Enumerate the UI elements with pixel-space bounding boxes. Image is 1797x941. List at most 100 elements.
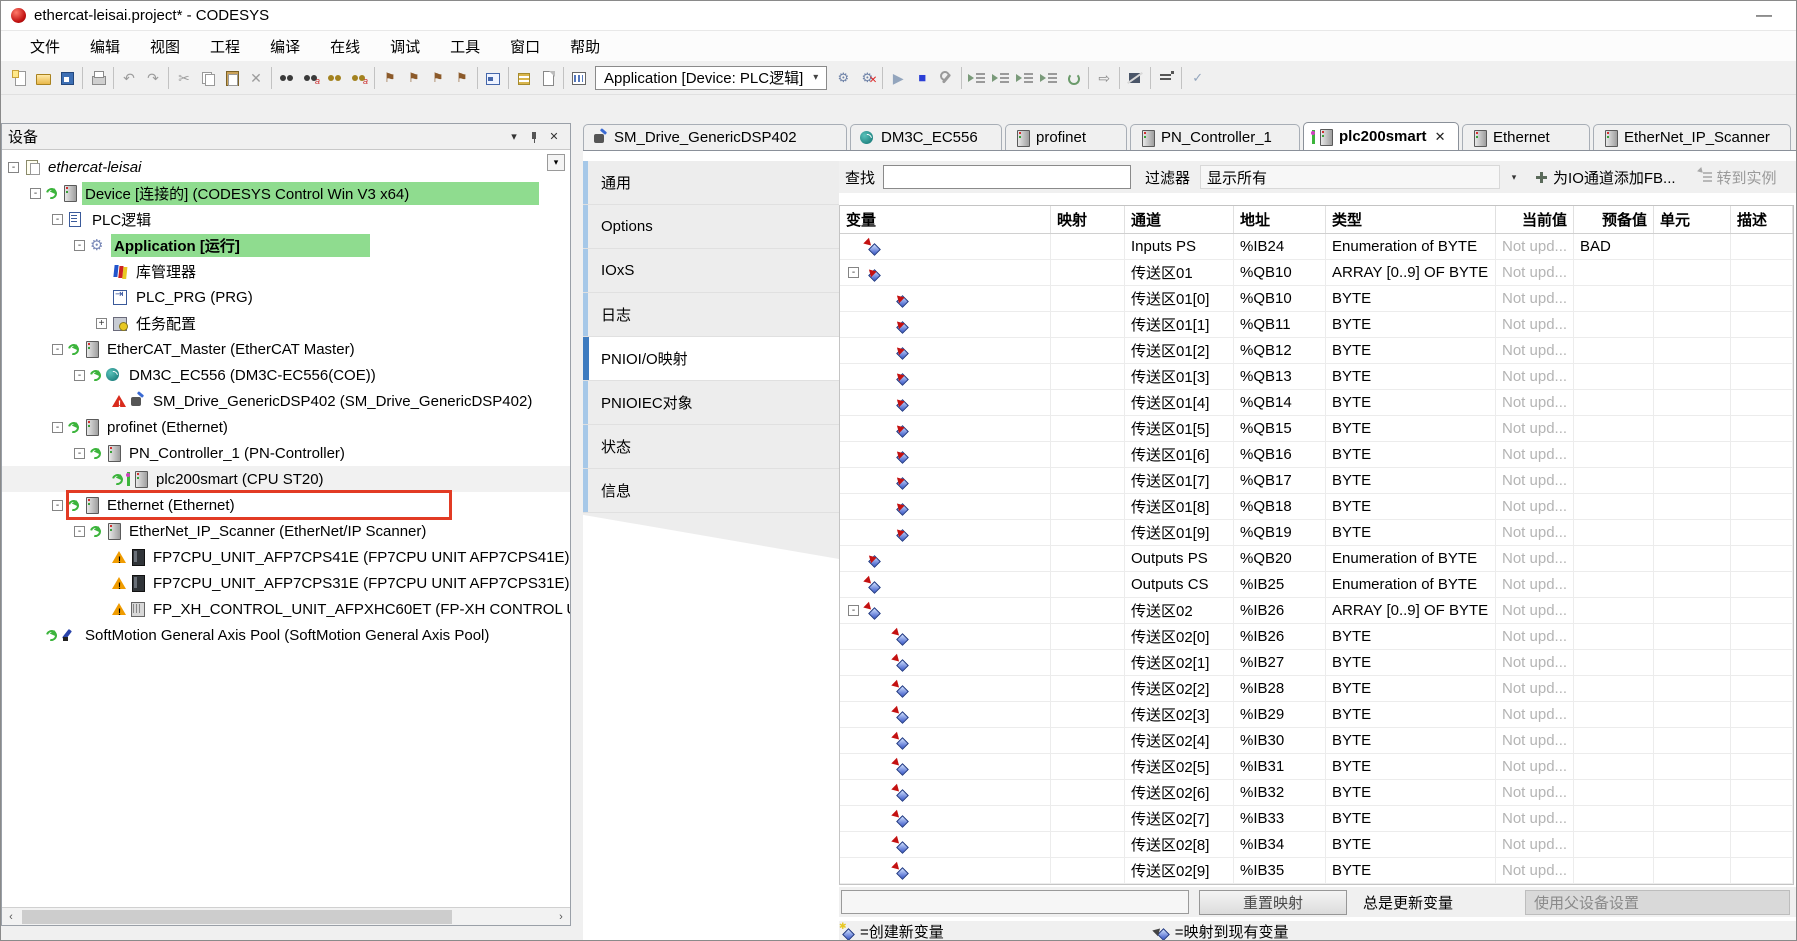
mapping-cell[interactable] (1051, 598, 1125, 623)
nav-pnio-iec-objects[interactable]: PNIOIEC对象 (583, 381, 839, 425)
prepared-value-cell[interactable] (1574, 806, 1654, 831)
column-header[interactable]: 变量 (840, 206, 1051, 233)
tree-dropdown-button[interactable]: ▾ (547, 154, 565, 171)
column-header[interactable]: 通道 (1125, 206, 1234, 233)
variable-cell[interactable] (840, 754, 1051, 779)
io-row-area01-5[interactable]: 传送区01[5] %QB15 BYTE Not upd... (840, 416, 1793, 442)
redo-button[interactable]: ↷ (141, 66, 165, 90)
prepared-value-cell[interactable] (1574, 546, 1654, 571)
io-row-area02-1[interactable]: 传送区02[1] %IB27 BYTE Not upd... (840, 650, 1793, 676)
io-row-area01-3[interactable]: 传送区01[3] %QB13 BYTE Not upd... (840, 364, 1793, 390)
expand-toggle[interactable]: - (74, 448, 85, 459)
prepared-value-cell[interactable] (1574, 338, 1654, 363)
separator[interactable] (79, 66, 86, 90)
nav-information[interactable]: 信息 (583, 469, 839, 513)
io-row-area01-2[interactable]: 传送区01[2] %QB12 BYTE Not upd... (840, 338, 1793, 364)
login-button[interactable] (831, 66, 855, 90)
nav-ioxs[interactable]: IOxS (583, 249, 839, 293)
nav-log[interactable]: 日志 (583, 293, 839, 337)
variable-cell[interactable] (840, 364, 1051, 389)
tree-item-library-manager[interactable]: 库管理器 (2, 258, 570, 284)
variable-cell[interactable] (840, 676, 1051, 701)
tab-pn-controller-1[interactable]: PN_Controller_1 (1130, 124, 1300, 150)
breakpoint-button[interactable] (934, 66, 958, 90)
mapping-cell[interactable] (1051, 520, 1125, 545)
nav-pnio-io-mapping[interactable]: PNIOI/O映射 (583, 337, 839, 381)
variable-cell[interactable] (840, 416, 1051, 441)
find-input[interactable] (883, 165, 1131, 189)
variable-cell[interactable] (840, 520, 1051, 545)
io-row-area02-7[interactable]: 传送区02[7] %IB33 BYTE Not upd... (840, 806, 1793, 832)
prepared-value-cell[interactable] (1574, 390, 1654, 415)
expand-toggle[interactable]: - (8, 162, 19, 173)
prepared-value-cell[interactable] (1574, 494, 1654, 519)
prepared-value-cell[interactable] (1574, 624, 1654, 649)
column-header[interactable]: 地址 (1234, 206, 1326, 233)
tree-item-task-config[interactable]: + 任务配置 (2, 310, 570, 336)
prepared-value-cell[interactable] (1574, 650, 1654, 675)
io-row-area02-3[interactable]: 传送区02[3] %IB29 BYTE Not upd... (840, 702, 1793, 728)
prepared-value-cell[interactable] (1574, 364, 1654, 389)
mapping-cell[interactable] (1051, 754, 1125, 779)
io-row-area01-8[interactable]: 传送区01[8] %QB18 BYTE Not upd... (840, 494, 1793, 520)
io-row-area01-4[interactable]: 传送区01[4] %QB14 BYTE Not upd... (840, 390, 1793, 416)
panel-pin-button[interactable] (524, 128, 544, 146)
export-button[interactable] (536, 66, 560, 90)
io-row-area01[interactable]: - 传送区01 %QB10 ARRAY [0..9] OF BYTE Not u… (840, 260, 1793, 286)
mapping-cell[interactable] (1051, 364, 1125, 389)
replace-button[interactable] (299, 66, 323, 90)
cut-button[interactable]: ✂ (172, 66, 196, 90)
variable-cell[interactable] (840, 728, 1051, 753)
separator[interactable] (1147, 66, 1154, 90)
tab-plc200smart[interactable]: plc200smart ✕ (1303, 122, 1459, 150)
variable-cell[interactable] (840, 858, 1051, 883)
menu-file[interactable]: 文件 (15, 33, 75, 60)
variable-cell[interactable] (840, 234, 1051, 259)
nav-options[interactable]: Options (583, 205, 839, 249)
print-button[interactable] (86, 66, 110, 90)
prepared-value-cell[interactable] (1574, 754, 1654, 779)
undo-button[interactable]: ↶ (117, 66, 141, 90)
separator[interactable] (371, 66, 378, 90)
io-row-area02-6[interactable]: 传送区02[6] %IB32 BYTE Not upd... (840, 780, 1793, 806)
bookmark-toggle-button[interactable]: ⚑ (378, 66, 402, 90)
menu-online[interactable]: 在线 (315, 33, 375, 60)
mapping-cell[interactable] (1051, 416, 1125, 441)
save-button[interactable] (55, 66, 79, 90)
io-row-area02-9[interactable]: 传送区02[9] %IB35 BYTE Not upd... (840, 858, 1793, 884)
mapping-cell[interactable] (1051, 234, 1125, 259)
variable-cell[interactable] (840, 702, 1051, 727)
io-row-area02-4[interactable]: 传送区02[4] %IB30 BYTE Not upd... (840, 728, 1793, 754)
paste-button[interactable] (220, 66, 244, 90)
separator[interactable] (474, 66, 481, 90)
copy-button[interactable] (196, 66, 220, 90)
properties-button[interactable] (481, 66, 505, 90)
prepared-value-cell[interactable] (1574, 312, 1654, 337)
menu-tools[interactable]: 工具 (435, 33, 495, 60)
minimize-button[interactable]: — (1742, 7, 1786, 25)
tab-sm-drive[interactable]: SM_Drive_GenericDSP402 (583, 124, 847, 150)
io-row-area01-7[interactable]: 传送区01[7] %QB17 BYTE Not upd... (840, 468, 1793, 494)
prepared-value-cell[interactable] (1574, 676, 1654, 701)
io-row-area01-1[interactable]: 传送区01[1] %QB11 BYTE Not upd... (840, 312, 1793, 338)
expand-toggle[interactable]: - (74, 526, 85, 537)
tree-item-device[interactable]: - Device [连接的] (CODESYS Control Win V3 x… (2, 180, 570, 206)
tree-item-fp7cpu-31e[interactable]: FP7CPU_UNIT_AFP7CPS31E (FP7CPU UNIT AFP7… (2, 570, 570, 596)
io-row-area02-0[interactable]: 传送区02[0] %IB26 BYTE Not upd... (840, 624, 1793, 650)
display-mode-button[interactable] (1154, 66, 1178, 90)
scrollbar-thumb[interactable] (22, 910, 452, 924)
column-header[interactable]: 当前值 (1496, 206, 1574, 233)
reset-mapping-button[interactable]: 重置映射 (1199, 890, 1347, 915)
prepared-value-cell[interactable] (1574, 598, 1654, 623)
active-application-combo[interactable]: Application [Device: PLC逻辑] ▾ (595, 66, 827, 90)
expand-toggle[interactable]: - (52, 344, 63, 355)
separator[interactable] (110, 66, 117, 90)
io-row-area02-8[interactable]: 传送区02[8] %IB34 BYTE Not upd... (840, 832, 1793, 858)
separator[interactable] (560, 66, 567, 90)
build-button[interactable] (567, 66, 591, 90)
expand-toggle[interactable]: - (848, 605, 859, 616)
tree-item-fp7cpu-41e[interactable]: FP7CPU_UNIT_AFP7CPS41E (FP7CPU UNIT AFP7… (2, 544, 570, 570)
prepared-value-cell[interactable] (1574, 858, 1654, 883)
goto-instance-button[interactable]: 转到实例 (1690, 164, 1785, 190)
prepared-value-cell[interactable] (1574, 832, 1654, 857)
